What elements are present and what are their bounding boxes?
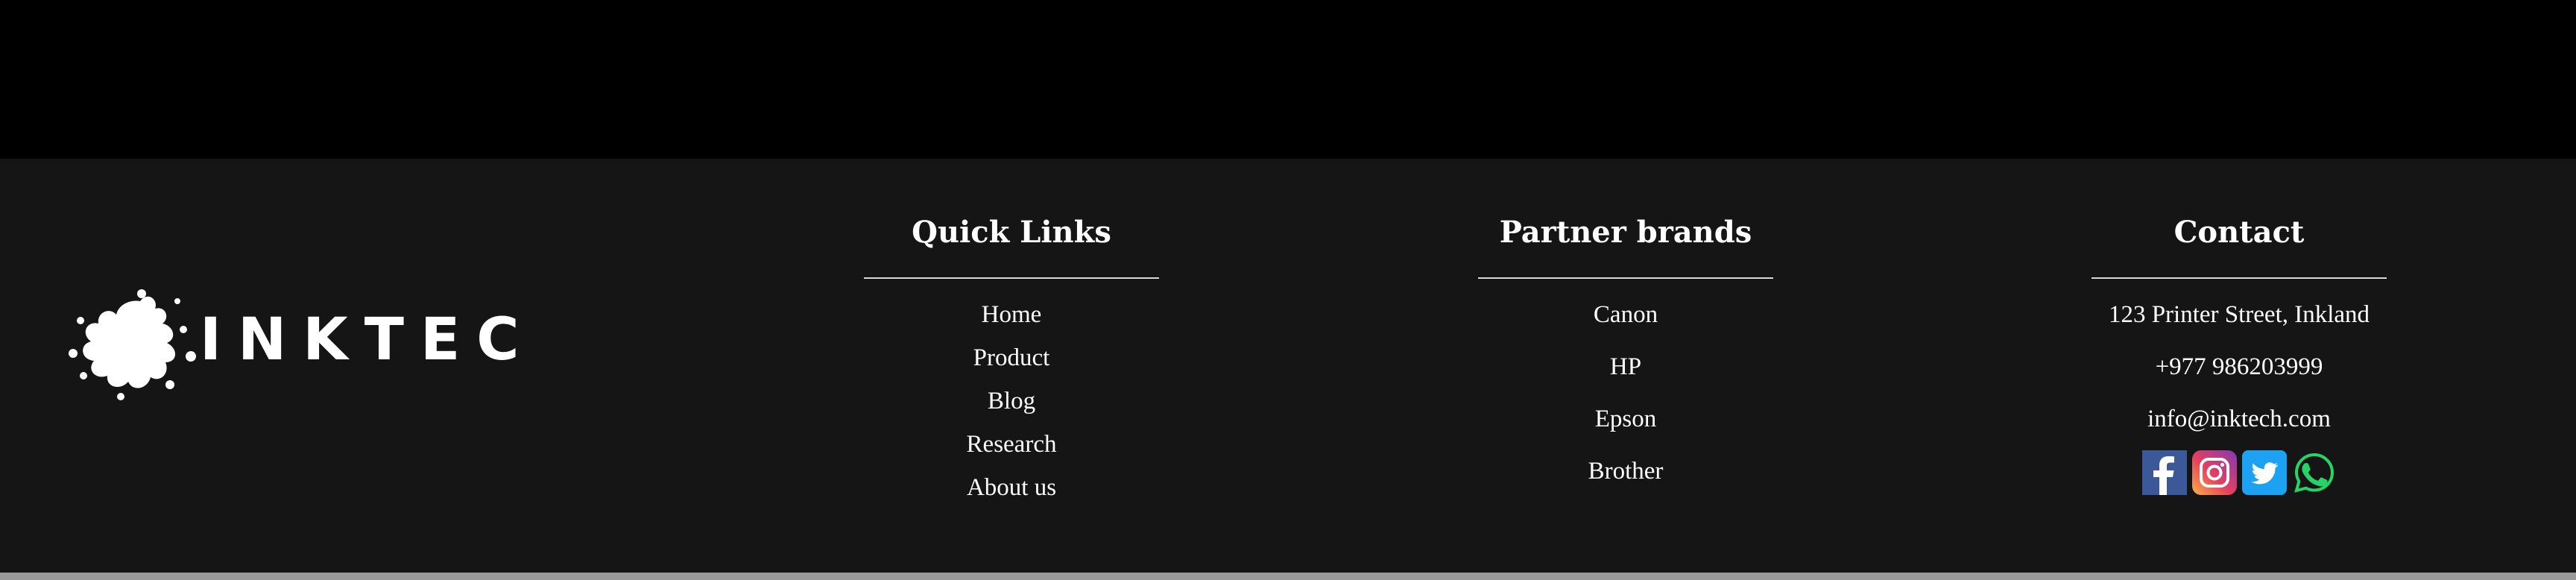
logo-wordmark: INKTECH — [200, 306, 535, 373]
contact-section: Contact 123 Printer Street, Inkland +977… — [2090, 210, 2388, 495]
quick-link-home[interactable]: Home — [862, 300, 1161, 330]
social-links — [2090, 450, 2388, 495]
partner-hp[interactable]: HP — [1477, 352, 1775, 382]
facebook-icon[interactable] — [2141, 450, 2187, 495]
whatsapp-icon[interactable] — [2292, 450, 2337, 495]
partner-canon[interactable]: Canon — [1477, 300, 1775, 330]
twitter-icon[interactable] — [2241, 450, 2287, 495]
bottom-scroll-bar — [0, 573, 2576, 580]
quick-links-divider — [864, 277, 1159, 279]
instagram-icon[interactable] — [2191, 450, 2237, 495]
inktech-logo[interactable]: INKTECH — [58, 285, 535, 404]
partner-brands-divider — [1478, 277, 1773, 279]
partner-brands-section: Partner brands Canon HP Epson Brother — [1477, 210, 1775, 508]
contact-divider — [2092, 277, 2387, 279]
quick-links-section: Quick Links Home Product Blog Research A… — [862, 210, 1161, 516]
contact-phone[interactable]: +977 986203999 — [2090, 352, 2388, 382]
quick-link-research[interactable]: Research — [862, 429, 1161, 459]
quick-link-product[interactable]: Product — [862, 343, 1161, 373]
partner-brother[interactable]: Brother — [1477, 456, 1775, 486]
quick-link-about-us[interactable]: About us — [862, 473, 1161, 502]
top-band — [0, 0, 2576, 159]
partner-brands-title: Partner brands — [1499, 215, 1752, 250]
partner-epson[interactable]: Epson — [1477, 404, 1775, 434]
contact-title: Contact — [2174, 215, 2305, 250]
ink-splat-icon — [69, 289, 196, 400]
contact-email[interactable]: info@inktech.com — [2090, 404, 2388, 434]
quick-link-blog[interactable]: Blog — [862, 386, 1161, 416]
contact-address: 123 Printer Street, Inkland — [2108, 301, 2370, 328]
quick-links-title: Quick Links — [912, 215, 1111, 250]
